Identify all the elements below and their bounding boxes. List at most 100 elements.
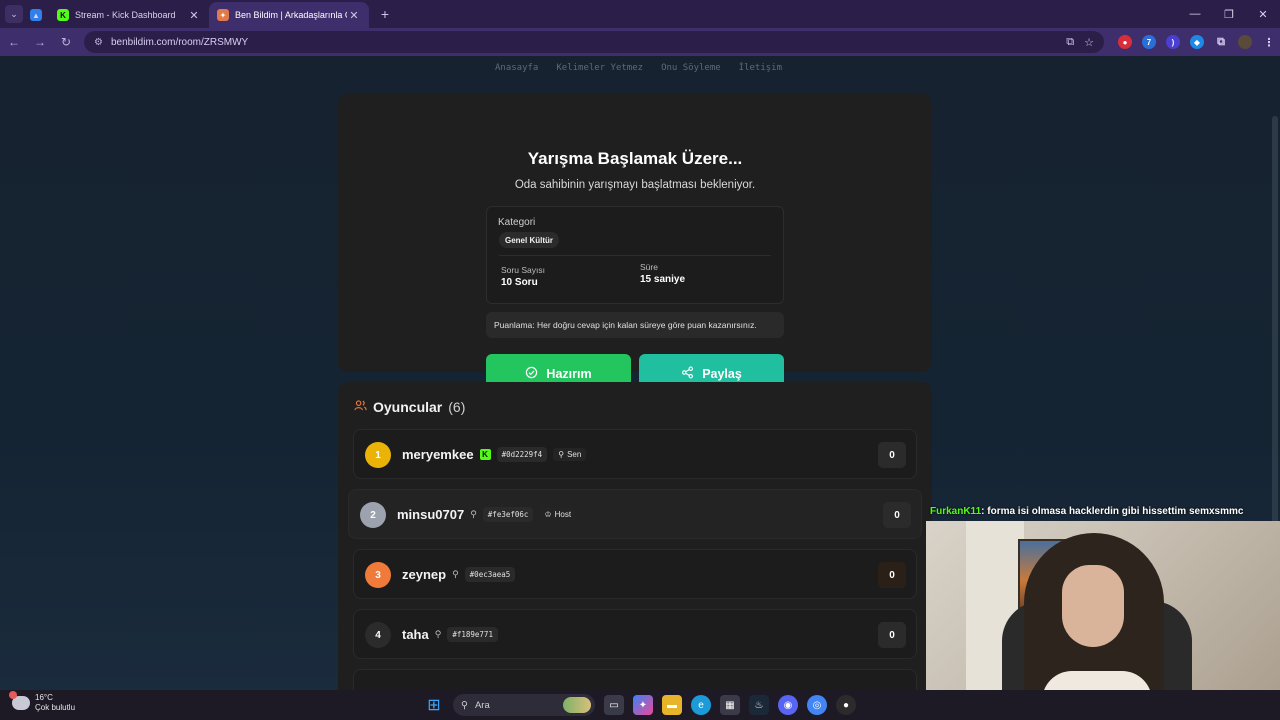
store-icon[interactable]: ▦	[720, 695, 740, 715]
game-settings-box: Kategori Genel Kültür Soru Sayısı 10 Sor…	[486, 206, 784, 304]
browser-tabbar: ⌄ ▲ K Stream - Kick Dashboard ✕ ✦ Ben Bi…	[0, 0, 1280, 28]
user-icon: ⚲	[452, 569, 459, 579]
extension-audio-icon[interactable]: )	[1166, 35, 1180, 49]
obs-icon[interactable]: ●	[836, 695, 856, 715]
tab-ben-bildim[interactable]: ✦ Ben Bildim | Arkadaşlarınla Onl ✕	[209, 2, 369, 28]
player-info: meryemkee K #0d2229f4 ⚲ Sen	[402, 447, 587, 462]
player-info: minsu0707 ⚲ #fe3ef06c ♔ Host	[397, 507, 577, 522]
players-card: Oyuncular (6) 1 meryemkee K #0d2229f4 ⚲ …	[338, 382, 932, 690]
player-row[interactable]: 3 zeynep ⚲ #0ec3aea5 0	[353, 549, 917, 599]
player-info: zeynep ⚲ #0ec3aea5	[402, 567, 516, 582]
players-count: (6)	[448, 399, 466, 415]
extension-red-icon[interactable]: ●	[1118, 35, 1132, 49]
nav-link-contact[interactable]: İletişim	[739, 63, 782, 73]
discord-icon[interactable]: ◉	[778, 695, 798, 715]
file-explorer-icon[interactable]: ▬	[662, 695, 682, 715]
kick-icon: K	[57, 9, 69, 21]
chat-username: FurkanK11	[930, 506, 982, 517]
player-row[interactable]: 4 taha ⚲ #f189e771 0	[353, 609, 917, 659]
role-label: Sen	[567, 450, 582, 459]
drive-icon: ▲	[30, 9, 42, 21]
role-label: Host	[554, 510, 572, 519]
chrome-icon[interactable]: ◎	[807, 695, 827, 715]
share-icon	[681, 366, 694, 382]
question-count-label: Soru Sayısı	[501, 265, 545, 275]
browser-toolbar: ← → ↻ ⚙ benbildim.com/room/ZRSMWY ⧉ ☆ ● …	[0, 28, 1280, 56]
tab-pinned[interactable]: ▲	[23, 2, 49, 28]
extensions-puzzle-icon[interactable]: ⧉	[1214, 35, 1228, 49]
task-view-icon[interactable]: ▭	[604, 695, 624, 715]
question-count-value: 10 Soru	[501, 277, 538, 288]
category-label: Kategori	[498, 217, 536, 228]
player-name: meryemkee	[402, 447, 474, 462]
extension-blue-icon[interactable]: ◆	[1190, 35, 1204, 49]
nav-link-home[interactable]: Anasayfa	[495, 63, 538, 73]
users-icon	[354, 399, 367, 415]
install-app-icon[interactable]: ⧉	[1066, 36, 1074, 49]
extensions-row: ● 7 ) ◆ ⧉ ⋮	[1118, 35, 1276, 49]
tab-kick-dashboard[interactable]: K Stream - Kick Dashboard ✕	[49, 2, 209, 28]
player-row[interactable]: 2 minsu0707 ⚲ #fe3ef06c ♔ Host 0	[348, 489, 922, 539]
scoring-note: Puanlama: Her doğru cevap için kalan sür…	[486, 312, 784, 338]
site-info-icon[interactable]: ⚙	[94, 37, 103, 48]
close-window-icon[interactable]: ✕	[1246, 0, 1280, 28]
new-tab-button[interactable]: +	[375, 4, 395, 24]
player-tag: #fe3ef06c	[482, 507, 534, 522]
back-icon[interactable]: ←	[2, 30, 26, 54]
duration-value: 15 saniye	[640, 274, 686, 285]
address-bar[interactable]: ⚙ benbildim.com/room/ZRSMWY ⧉ ☆	[84, 31, 1104, 53]
user-icon: ⚲	[470, 509, 477, 519]
steam-icon[interactable]: ♨	[749, 695, 769, 715]
tab-search-button[interactable]: ⌄	[5, 5, 23, 23]
crown-icon: ♔	[544, 510, 552, 519]
lobby-subtitle: Oda sahibinin yarışmayı başlatması bekle…	[514, 179, 756, 191]
player-tag: #0ec3aea5	[464, 567, 516, 582]
profile-avatar[interactable]	[1238, 35, 1252, 49]
player-name: taha	[402, 627, 429, 642]
extension-translate-icon[interactable]: 7	[1142, 35, 1156, 49]
player-name: zeynep	[402, 567, 447, 582]
divider	[499, 255, 771, 256]
nav-link-onu-soyleme[interactable]: Onu Söyleme	[661, 63, 721, 73]
player-info: taha ⚲ #f189e771	[402, 627, 498, 642]
player-tag: #f189e771	[447, 627, 498, 642]
stream-chat-message: FurkanK11: forma isi olmasa hacklerdin g…	[930, 506, 1243, 520]
player-row[interactable]	[353, 669, 917, 690]
rank-badge: 2	[360, 502, 386, 528]
weather-condition: Çok bulutlu	[35, 703, 76, 712]
edge-icon[interactable]: e	[691, 695, 711, 715]
player-score: 0	[878, 562, 906, 588]
search-highlight-image	[563, 697, 591, 713]
copilot-icon[interactable]: ✦	[633, 695, 653, 715]
duration-label: Süre	[640, 262, 658, 272]
close-tab-icon[interactable]: ✕	[347, 9, 361, 22]
windows-start-icon[interactable]: ⊞	[424, 695, 444, 715]
weather-text: 16°C Çok bulutlu	[35, 693, 75, 713]
window-controls: — ❐ ✕	[1178, 0, 1280, 28]
taskbar-search[interactable]: ⚲ Ara	[453, 694, 595, 716]
url-text: benbildim.com/room/ZRSMWY	[110, 36, 249, 48]
close-tab-icon[interactable]: ✕	[187, 9, 201, 22]
minimize-icon[interactable]: —	[1178, 0, 1212, 28]
site-nav: Anasayfa Kelimeler Yetmez Onu Söyleme İl…	[495, 63, 782, 73]
weather-widget[interactable]: 16°C Çok bulutlu	[9, 691, 75, 713]
webcam-person-face	[1062, 565, 1124, 647]
players-title: Oyuncular	[373, 399, 443, 415]
taskbar: 16°C Çok bulutlu ⊞ ⚲ Ara ▭ ✦ ▬ e ▦ ♨ ◉ ◎…	[0, 690, 1280, 720]
role-chip: ⚲ Sen	[553, 448, 587, 461]
temperature: 16°C	[35, 693, 53, 702]
reload-icon[interactable]: ↻	[54, 30, 78, 54]
user-icon: ⚲	[434, 629, 442, 639]
browser-menu-icon[interactable]: ⋮	[1262, 35, 1276, 49]
nav-link-kelimeler-yetmez[interactable]: Kelimeler Yetmez	[556, 63, 643, 73]
restore-icon[interactable]: ❐	[1212, 0, 1246, 28]
bookmark-star-icon[interactable]: ☆	[1084, 36, 1094, 49]
lobby-title: Yarışma Başlamak Üzere...	[527, 149, 743, 168]
players-heading: Oyuncular (6)	[354, 399, 465, 415]
forward-icon[interactable]: →	[28, 30, 52, 54]
user-icon: ⚲	[558, 450, 565, 459]
player-row[interactable]: 1 meryemkee K #0d2229f4 ⚲ Sen 0	[353, 429, 917, 479]
category-chip: Genel Kültür	[499, 232, 560, 248]
player-tag: #0d2229f4	[496, 447, 548, 462]
tab-title: Stream - Kick Dashboard	[75, 10, 176, 20]
